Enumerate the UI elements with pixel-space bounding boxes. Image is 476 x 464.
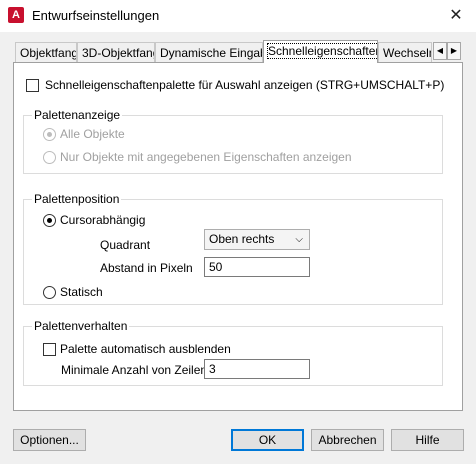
tab-label: Dynamische Eingabe xyxy=(160,46,263,60)
options-button[interactable]: Optionen... xyxy=(13,429,86,451)
palette-position-title: Palettenposition xyxy=(32,192,122,206)
tab-schnelleigenschaften[interactable]: Schnelleigenschaften xyxy=(263,40,378,63)
palette-display-group xyxy=(23,115,443,174)
ok-button[interactable]: OK xyxy=(231,429,304,451)
tab-label: Schnelleigenschaften xyxy=(266,43,377,59)
quadrant-value: Oben rechts xyxy=(209,232,275,246)
show-palette-label: Schnelleigenschaftenpalette für Auswahl … xyxy=(45,78,445,92)
tab-scroll-left-button[interactable]: ◀ xyxy=(433,42,447,60)
all-objects-label: Alle Objekte xyxy=(60,127,125,141)
cancel-button[interactable]: Abbrechen xyxy=(311,429,384,451)
show-palette-checkbox[interactable] xyxy=(26,79,39,92)
specified-objects-label: Nur Objekte mit angegebenen Eigenschafte… xyxy=(60,150,352,164)
tab-label: Wechselnde xyxy=(383,46,431,60)
cursor-dependent-label: Cursorabhängig xyxy=(60,213,146,227)
chevron-down-icon: ⌵ xyxy=(295,234,303,245)
tab-objektfang[interactable]: Objektfang xyxy=(15,42,77,62)
distance-label: Abstand in Pixeln xyxy=(100,261,193,275)
distance-input[interactable]: 50 xyxy=(204,257,310,277)
all-objects-radio[interactable] xyxy=(43,128,56,141)
static-label: Statisch xyxy=(60,285,103,299)
cursor-dependent-radio[interactable] xyxy=(43,214,56,227)
autohide-label: Palette automatisch ausblenden xyxy=(60,342,231,356)
help-button[interactable]: Hilfe xyxy=(391,429,464,451)
tab-label: 3D-Objektfang xyxy=(82,46,155,60)
tab-scroll-right-button[interactable]: ▶ xyxy=(447,42,461,60)
specified-objects-radio[interactable] xyxy=(43,151,56,164)
min-rows-label: Minimale Anzahl von Zeilen xyxy=(61,363,208,377)
tab-3d-objektfang[interactable]: 3D-Objektfang xyxy=(77,42,155,62)
quadrant-select[interactable]: Oben rechts ⌵ xyxy=(204,229,310,250)
autohide-checkbox[interactable] xyxy=(43,343,56,356)
window-title: Entwurfseinstellungen xyxy=(32,8,160,23)
palette-display-title: Palettenanzeige xyxy=(32,108,123,122)
quadrant-label: Quadrant xyxy=(100,238,151,252)
tab-wechselnde[interactable]: Wechselnde xyxy=(378,42,432,62)
autocad-app-icon: A xyxy=(8,7,24,23)
min-rows-input[interactable]: 3 xyxy=(204,359,310,379)
title-bar: A Entwurfseinstellungen ✕ xyxy=(0,0,476,32)
close-button[interactable]: ✕ xyxy=(436,0,476,32)
static-radio[interactable] xyxy=(43,286,56,299)
palette-behavior-title: Palettenverhalten xyxy=(32,319,130,333)
tab-label: Objektfang xyxy=(20,46,77,60)
tab-dynamische-eingabe[interactable]: Dynamische Eingabe xyxy=(155,42,263,62)
tab-content-panel: Schnelleigenschaftenpalette für Auswahl … xyxy=(13,62,463,411)
